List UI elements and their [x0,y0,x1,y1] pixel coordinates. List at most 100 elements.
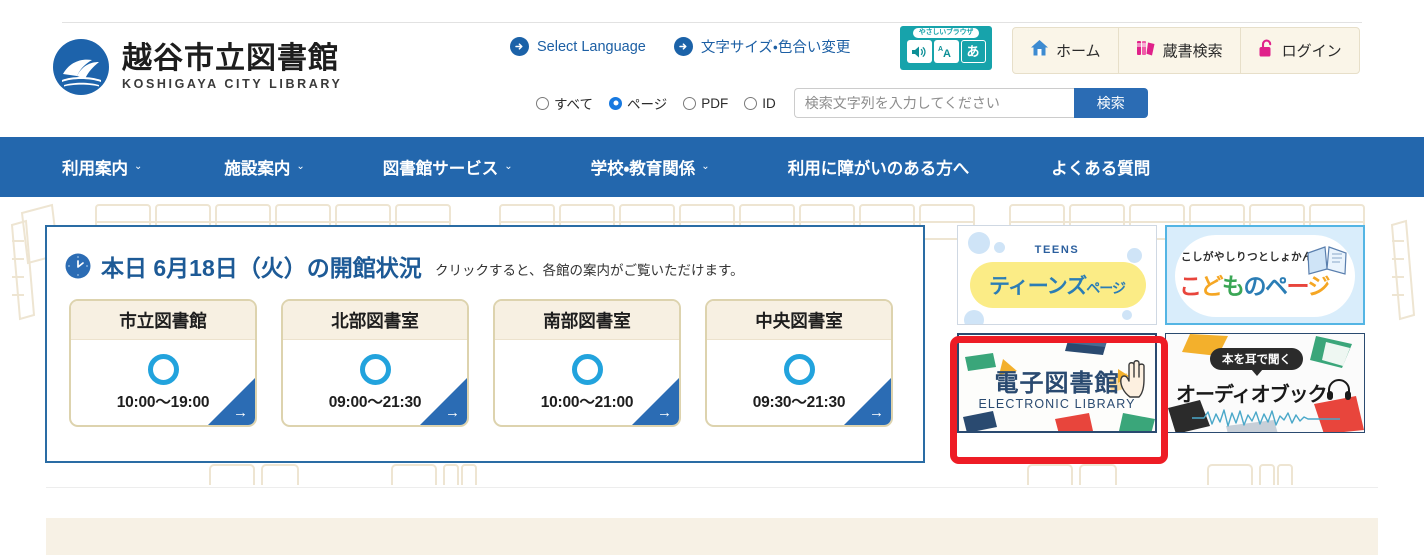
library-card-header: 北部図書室 [283,301,467,340]
radio-icon [744,96,758,110]
easy-browser-widget[interactable]: やさしいブラウザ A A あ [900,26,992,70]
library-card-name: 市立図書館 [119,310,207,331]
main-navigation: 利用案内 ⌄ 施設案内 ⌄ 図書館サービス ⌄ 学校・教育関係 ⌄ 利用に障がい… [0,137,1424,197]
login-button[interactable]: ログイン [1241,28,1359,73]
nav-item-school-education[interactable]: 学校・教育関係 ⌄ [591,155,710,179]
home-icon [1030,39,1049,62]
open-book-bird-logo-icon [52,38,110,96]
chevron-down-icon: ⌄ [701,161,710,172]
search-scope-pdf[interactable]: PDF [683,96,728,111]
audiobook-jp-label: オーディオブック [1176,384,1328,406]
select-language-link[interactable]: Select Language [510,37,646,56]
promo-banner-row-top: TEENS ティーンズページ こしがやしりつとしょかん こどものページ [957,225,1372,325]
books-icon [1136,39,1156,62]
bottom-divider [46,487,1378,488]
library-card-hokubu[interactable]: 北部図書室 09:00〜21:30 → [281,299,469,427]
library-card-body: 10:00〜21:00 → [495,340,679,425]
unlock-icon [1258,39,1275,63]
home-button[interactable]: ホーム [1013,28,1119,73]
teens-banner-jp-sub: ページ [1086,280,1126,296]
svg-text:A: A [943,48,951,59]
nav-label: 学校・教育関係 [590,160,696,178]
header-utility-links: Select Language 文字サイズ・色合い変更 [510,36,850,57]
library-card-chuo[interactable]: 中央図書室 09:30〜21:30 → [705,299,893,427]
library-card-shiritsu[interactable]: 市立図書館 10:00〜19:00 → [69,299,257,427]
site-logo[interactable]: 越谷市立図書館 KOSHIGAYA CITY LIBRARY [52,38,342,96]
catalog-search-button-label: 蔵書検索 [1162,43,1223,60]
open-circle-icon [571,354,603,385]
status-panel-header: 本日 6月18日（火）の開館状況 [65,249,422,283]
library-card-hours: 09:00〜21:30 [328,394,422,411]
search-scope-radios: すべて ページ PDF ID [536,93,776,113]
bottom-color-band [46,518,1378,555]
nav-item-faq[interactable]: よくある質問 [1051,155,1150,179]
page-bottom-strip [0,485,1424,555]
kodomo-page-banner[interactable]: こしがやしりつとしょかん こどものページ [1165,225,1365,325]
teens-banner-jp-wrapper: ティーンズページ [958,270,1156,300]
speaker-icon[interactable] [906,40,932,64]
radio-icon [683,96,697,110]
library-card-header: 中央図書室 [707,301,891,340]
library-homepage: 越谷市立図書館 KOSHIGAYA CITY LIBRARY Select La… [0,0,1424,555]
library-card-hours: 10:00〜21:00 [540,394,634,411]
arrow-right-icon: → [869,404,884,421]
arrow-right-icon: → [233,404,248,421]
nav-item-facility-guide[interactable]: 施設案内 ⌄ [224,155,304,179]
open-circle-icon [147,354,179,385]
library-card-nanbu[interactable]: 南部図書室 10:00〜21:00 → [493,299,681,427]
teens-banner-en-label: TEENS [1034,244,1080,256]
furigana-icon[interactable]: あ [960,40,986,64]
search-scope-id-label: ID [762,95,776,111]
search-scope-page[interactable]: ページ [609,93,667,113]
nav-label: 施設案内 [224,160,291,178]
home-button-label: ホーム [1056,43,1101,60]
logo-title-jp: 越谷市立図書館 [122,41,339,75]
chevron-down-icon: ⌄ [296,161,305,172]
chevron-down-icon: ⌄ [504,161,513,172]
library-card-name: 北部図書室 [331,310,419,331]
decorative-dot [1122,310,1132,320]
main-content: 本日 6月18日（火）の開館状況 クリックすると、各館の案内がご覧いただけます。… [0,197,1424,485]
library-card-header: 南部図書室 [495,301,679,340]
status-panel-hint: クリックすると、各館の案内がご覧いただけます。 [435,263,744,278]
radio-icon [536,96,549,110]
easy-browser-label: やさしいブラウザ [912,28,980,39]
search-scope-id[interactable]: ID [744,96,776,111]
nav-item-accessibility[interactable]: 利用に障がいのある方へ [788,155,970,179]
font-size-color-link[interactable]: 文字サイズ・色合い変更 [673,36,851,57]
library-card-hours: 09:30〜21:30 [752,394,846,411]
chevron-down-icon: ⌄ [134,161,143,172]
teens-banner-jp-main: ティーンズ [988,275,1087,298]
search-scope-pdf-label: PDF [701,95,729,111]
open-circle-icon [359,354,391,385]
library-card-body: 09:00〜21:30 → [283,340,467,425]
search-input[interactable] [793,88,1074,118]
catalog-search-button[interactable]: 蔵書検索 [1119,28,1241,73]
teens-page-banner[interactable]: TEENS ティーンズページ [957,225,1157,325]
login-button-label: ログイン [1281,43,1342,60]
library-card-body: 10:00〜19:00 → [71,340,255,425]
arrow-circle-icon [673,37,693,56]
library-card-name: 南部図書室 [543,310,631,331]
arrow-right-icon: → [657,404,672,421]
header-action-buttons: ホーム 蔵書検索 ログイン [1012,27,1360,74]
open-book-icon [1305,243,1349,282]
font-size-icon[interactable]: A A [933,40,959,64]
today-opening-status-panel: 本日 6月18日（火）の開館状況 クリックすると、各館の案内がご覧いただけます。… [45,225,925,463]
waveform-icon [1192,408,1340,432]
library-status-cards: 市立図書館 10:00〜19:00 → 北部図書室 09:00〜21:30 → … [69,299,893,427]
search-submit-button[interactable]: 検索 [1073,88,1148,118]
nav-item-library-services[interactable]: 図書館サービス ⌄ [383,155,513,179]
radio-icon-selected [609,96,623,110]
audiobook-banner[interactable]: 本を耳で聞く オーディオブック [1165,333,1365,433]
arrow-circle-icon [510,37,529,56]
nav-label: よくある質問 [1051,160,1151,178]
font-size-color-label: 文字サイズ・色合い変更 [700,40,851,56]
clock-icon [65,253,91,279]
nav-item-usage-guide[interactable]: 利用案内 ⌄ [62,155,142,179]
search-scope-all[interactable]: すべて [536,93,593,113]
kodomo-banner-small-label: こしがやしりつとしょかん [1181,251,1314,263]
site-header: 越谷市立図書館 KOSHIGAYA CITY LIBRARY Select La… [0,0,1424,135]
header-top-divider [62,22,1362,23]
nav-label: 図書館サービス [382,160,499,178]
